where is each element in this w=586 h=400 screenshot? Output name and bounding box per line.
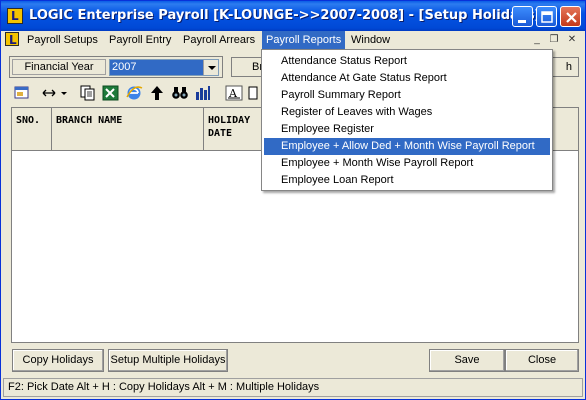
app-window: LOGIC Enterprise Payroll [K-LOUNGE->>200… <box>0 0 586 400</box>
close-window-button[interactable] <box>560 6 581 27</box>
menu-item-employee-loan-report[interactable]: Employee Loan Report <box>264 172 550 189</box>
column-header-branch-name[interactable]: BRANCH NAME <box>52 108 204 151</box>
binoculars-icon[interactable] <box>171 84 189 102</box>
column-resize-icon[interactable] <box>41 84 71 102</box>
window-title: LOGIC Enterprise Payroll [K-LOUNGE->>200… <box>29 8 541 23</box>
mdi-minimize-icon[interactable]: _ <box>530 33 544 47</box>
menu-item-employee-allow-ded-month-wise[interactable]: Employee + Allow Ded + Month Wise Payrol… <box>264 138 550 155</box>
menu-window[interactable]: Window <box>347 31 394 49</box>
copy-icon[interactable] <box>79 84 97 102</box>
maximize-button[interactable] <box>536 6 557 27</box>
ie-icon[interactable] <box>125 84 143 102</box>
financial-year-value: 2007 <box>110 60 203 75</box>
column-header-holiday-date[interactable]: HOLIDAY DATE <box>204 108 264 151</box>
financial-year-select[interactable]: 2007 <box>109 59 219 76</box>
financial-year-label: Financial Year <box>12 59 106 75</box>
menu-item-payroll-summary-report[interactable]: Payroll Summary Report <box>264 87 550 104</box>
menu-payroll-entry[interactable]: Payroll Entry <box>105 31 175 49</box>
column-header-sublabel: DATE <box>208 128 233 139</box>
preview-icon[interactable] <box>13 84 31 102</box>
menu-item-register-of-leaves[interactable]: Register of Leaves with Wages <box>264 104 550 121</box>
menu-payroll-setups[interactable]: Payroll Setups <box>23 31 102 49</box>
chevron-down-icon[interactable] <box>203 60 218 75</box>
menu-payroll-reports[interactable]: Payroll Reports <box>262 31 346 49</box>
column-header-label: SNO. <box>16 115 41 126</box>
app-logo-icon[interactable] <box>7 8 23 24</box>
mdi-restore-icon[interactable]: ❐ <box>547 33 561 47</box>
column-header-label: HOLIDAY <box>208 115 251 126</box>
title-bar[interactable]: LOGIC Enterprise Payroll [K-LOUNGE->>200… <box>1 1 585 31</box>
menu-item-employee-register[interactable]: Employee Register <box>264 121 550 138</box>
font-icon[interactable]: A <box>225 84 243 102</box>
financial-year-panel: Financial Year 2007 <box>9 56 223 78</box>
branch-button[interactable]: Br <box>231 57 265 77</box>
mdi-close-icon[interactable]: ✕ <box>565 33 579 47</box>
column-header-sno[interactable]: SNO. <box>12 108 52 151</box>
status-bar: F2: Pick Date Alt + H : Copy Holidays Al… <box>3 378 583 397</box>
menu-bar: Payroll Setups Payroll Entry Payroll Arr… <box>1 31 585 49</box>
menu-item-attendance-status-report[interactable]: Attendance Status Report <box>264 53 550 70</box>
print-icon[interactable] <box>248 84 258 102</box>
column-header-label: BRANCH NAME <box>56 115 123 126</box>
chart-icon[interactable] <box>194 84 212 102</box>
menu-item-attendance-at-gate-report[interactable]: Attendance At Gate Status Report <box>264 70 550 87</box>
setup-multiple-holidays-button[interactable]: Setup Multiple Holidays <box>108 349 228 372</box>
save-button[interactable]: Save <box>429 349 505 372</box>
menu-payroll-arrears[interactable]: Payroll Arrears <box>179 31 259 49</box>
copy-holidays-button[interactable]: Copy Holidays <box>12 349 104 372</box>
mdi-child-icon[interactable] <box>5 32 19 47</box>
payroll-reports-dropdown: Attendance Status Report Attendance At G… <box>261 49 553 191</box>
excel-icon[interactable] <box>102 84 120 102</box>
minimize-button[interactable] <box>512 6 533 27</box>
up-arrow-icon[interactable] <box>148 84 166 102</box>
close-button[interactable]: Close <box>505 349 579 372</box>
menu-item-employee-month-wise[interactable]: Employee + Month Wise Payroll Report <box>264 155 550 172</box>
